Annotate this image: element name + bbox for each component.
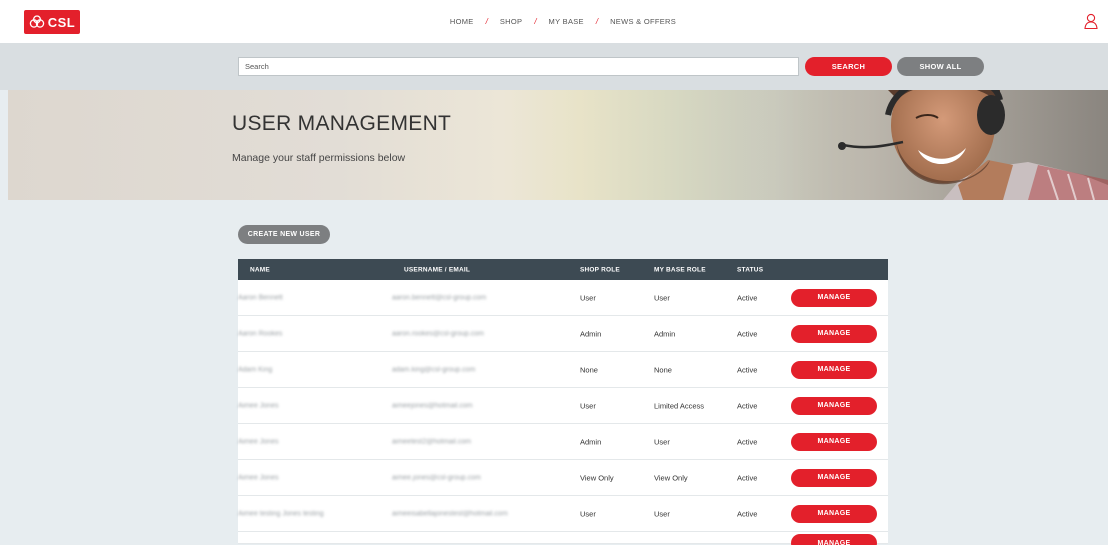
user-icon[interactable] [1084, 13, 1098, 29]
manage-button[interactable]: MANAGE [791, 504, 877, 523]
csl-logo-icon [29, 15, 44, 28]
nav-separator: / [485, 17, 488, 26]
nav-my-base[interactable]: MY BASE [549, 17, 584, 26]
my-base-role: None [654, 365, 672, 374]
hero-photo [738, 90, 1108, 200]
table-row: Adam King adam.king@csl-group.com None N… [238, 352, 888, 388]
shop-role: User [580, 293, 596, 302]
user-email: aimeejones@hotmail.com [392, 402, 473, 409]
table-row: Aaron Rookes aaron.rookes@csl-group.com … [238, 316, 888, 352]
user-email: aimeetest2@hotmail.com [392, 438, 472, 445]
my-base-role: User [654, 293, 670, 302]
shop-role: View Only [580, 473, 614, 482]
manage-button[interactable]: MANAGE [791, 360, 877, 379]
user-email: aaron.rookes@csl-group.com [392, 330, 484, 337]
shop-role: Admin [580, 329, 602, 338]
show-all-button[interactable]: SHOW ALL [897, 57, 984, 76]
table-row: Aimee testing Jones testing aimeeisabell… [238, 496, 888, 532]
header-status[interactable]: STATUS [737, 266, 763, 273]
manage-button[interactable]: MANAGE [791, 288, 877, 307]
nav-shop[interactable]: SHOP [500, 17, 522, 26]
user-name: Aimee Jones [238, 438, 279, 445]
my-base-role: User [654, 509, 670, 518]
my-base-role: Limited Access [654, 401, 705, 410]
user-name: Aimee testing Jones testing [238, 510, 324, 517]
table-row: MANAGE [238, 532, 888, 545]
main-nav: HOME / SHOP / MY BASE / NEWS & OFFERS [0, 0, 1108, 43]
table-row: Aimee Jones aimeetest2@hotmail.com Admin… [238, 424, 888, 460]
user-email: aaron.bennett@csl-group.com [392, 294, 487, 301]
shop-role: Admin [580, 437, 602, 446]
my-base-role: Admin [654, 329, 676, 338]
create-new-user-button[interactable]: CREATE NEW USER [238, 225, 330, 244]
shop-role: None [580, 365, 598, 374]
user-status: Active [737, 437, 758, 446]
nav-home[interactable]: HOME [450, 17, 474, 26]
header-name[interactable]: NAME [250, 266, 270, 273]
manage-button[interactable]: MANAGE [791, 396, 877, 415]
top-navigation-bar: CSL HOME / SHOP / MY BASE / NEWS & OFFER… [0, 0, 1108, 43]
users-table: NAME USERNAME / EMAIL SHOP ROLE MY BASE … [238, 259, 888, 545]
search-bar: SEARCH SHOW ALL [0, 43, 1108, 90]
manage-button[interactable]: MANAGE [791, 324, 877, 343]
user-email: adam.king@csl-group.com [392, 366, 476, 373]
hero-banner: USER MANAGEMENT Manage your staff permis… [8, 90, 1108, 200]
my-base-role: User [654, 437, 670, 446]
logo-text: CSL [47, 14, 76, 30]
user-name: Adam King [238, 366, 273, 373]
user-status: Active [737, 293, 758, 302]
search-input[interactable] [238, 57, 799, 76]
table-header: NAME USERNAME / EMAIL SHOP ROLE MY BASE … [238, 259, 888, 280]
user-status: Active [737, 509, 758, 518]
my-base-role: View Only [654, 473, 688, 482]
shop-role: User [580, 509, 596, 518]
manage-button[interactable]: MANAGE [791, 468, 877, 487]
user-name: Aaron Rookes [238, 330, 283, 337]
table-row: Aimee Jones aimee.jones@csl-group.com Vi… [238, 460, 888, 496]
user-name: Aimee Jones [238, 402, 279, 409]
page-subtitle: Manage your staff permissions below [232, 152, 406, 164]
user-name: Aimee Jones [238, 474, 279, 481]
user-status: Active [737, 365, 758, 374]
table-row: Aimee Jones aimeejones@hotmail.com User … [238, 388, 888, 424]
header-username-email[interactable]: USERNAME / EMAIL [404, 266, 470, 273]
user-status: Active [737, 401, 758, 410]
user-email: aimeeisabellajonestest@hotmail.com [392, 510, 508, 517]
search-button[interactable]: SEARCH [805, 57, 892, 76]
user-name: Aaron Bennett [238, 294, 283, 301]
manage-button[interactable]: MANAGE [791, 534, 877, 545]
csl-logo[interactable]: CSL [24, 10, 80, 34]
user-status: Active [737, 473, 758, 482]
page-title: USER MANAGEMENT [232, 112, 452, 135]
shop-role: User [580, 401, 596, 410]
nav-news-offers[interactable]: NEWS & OFFERS [610, 17, 676, 26]
header-shop-role[interactable]: SHOP ROLE [580, 266, 620, 273]
nav-separator: / [534, 17, 537, 26]
table-row: Aaron Bennett aaron.bennett@csl-group.co… [238, 280, 888, 316]
manage-button[interactable]: MANAGE [791, 432, 877, 451]
user-status: Active [737, 329, 758, 338]
user-email: aimee.jones@csl-group.com [392, 474, 481, 481]
header-my-base-role[interactable]: MY BASE ROLE [654, 266, 706, 273]
nav-separator: / [595, 17, 599, 26]
